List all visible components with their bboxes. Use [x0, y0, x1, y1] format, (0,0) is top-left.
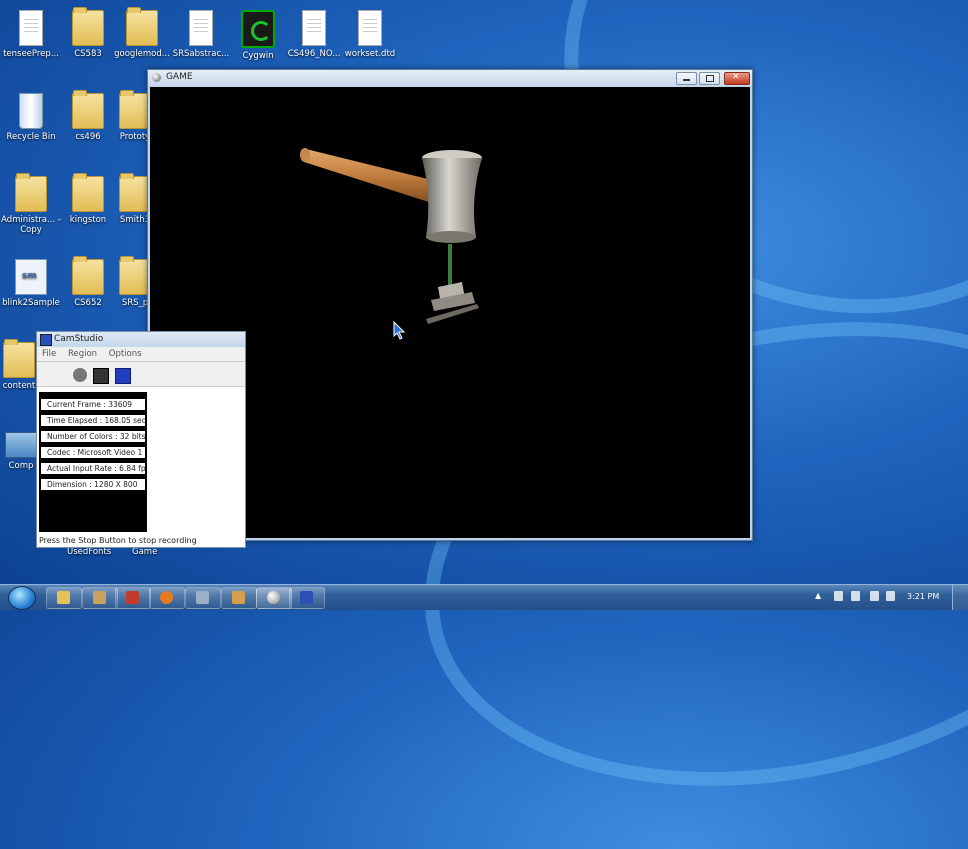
desktop-icon-label[interactable]: UsedFonts [67, 547, 111, 557]
desktop-icon-label: Recycle Bin [6, 132, 56, 142]
menu-bar: File Region Options [37, 347, 245, 361]
matlab-icon [126, 591, 139, 604]
window-title: CamStudio [54, 334, 104, 344]
desktop-icon[interactable]: Cygwin [227, 10, 289, 61]
firefox-icon [160, 591, 173, 604]
cygwin-icon [241, 10, 275, 48]
desktop-icon-label: SRSabstrac... [172, 49, 230, 59]
desktop-icon-label: workset.dtd [344, 49, 396, 59]
taskbar-button-game[interactable] [256, 587, 292, 609]
window-title: GAME [166, 72, 193, 82]
volume-icon[interactable] [886, 591, 895, 601]
desktop-icon-label[interactable]: Game [132, 547, 157, 557]
rod [448, 244, 452, 286]
stop-button[interactable] [115, 368, 131, 384]
camstudio-icon [300, 591, 313, 604]
hammer-head [422, 150, 482, 243]
stat-input-rate: Actual Input Rate : 6.84 fps [41, 463, 145, 474]
document-icon [302, 10, 326, 46]
desktop-icon[interactable]: workset.dtd [339, 10, 401, 59]
clock[interactable]: 3:21 PM [907, 592, 939, 601]
battery-icon[interactable] [851, 591, 860, 601]
minimize-button[interactable] [676, 72, 697, 85]
menu-file[interactable]: File [42, 349, 56, 359]
desktop-icon[interactable]: CS496_NO... [283, 10, 345, 59]
maximize-button[interactable] [699, 72, 720, 85]
camstudio-icon [40, 334, 52, 346]
mouse-cursor-icon [393, 321, 406, 340]
start-button[interactable] [8, 586, 36, 610]
document-icon [189, 10, 213, 46]
explorer-icon [57, 591, 70, 604]
desktop-icon-label: CS496_NO... [287, 49, 341, 59]
record-button[interactable] [73, 368, 87, 382]
hammer-handle [300, 148, 440, 205]
desktop-icon[interactable]: CS583 [57, 7, 119, 59]
pause-button[interactable] [93, 368, 109, 384]
folder-icon [72, 256, 104, 295]
taskbar-button[interactable] [46, 587, 82, 609]
taskbar-button[interactable] [221, 587, 257, 609]
desktop-icon-label: blink2Sample [2, 298, 60, 308]
taskbar: ▲ 3:21 PM [0, 584, 968, 610]
sm-file-icon [15, 259, 47, 295]
menu-region[interactable]: Region [68, 349, 97, 359]
desktop-icon[interactable]: tenseePrep... [0, 10, 62, 59]
folder-icon [3, 339, 35, 378]
stat-current-frame: Current Frame : 33609 [41, 399, 145, 410]
desktop-icon[interactable]: blink2Sample [0, 259, 62, 308]
taskbar-button-camstudio[interactable] [289, 587, 325, 609]
taskbar-button[interactable] [82, 587, 118, 609]
desktop-icon-label: googlemod... [114, 49, 170, 59]
stat-codec: Codec : Microsoft Video 1 [41, 447, 145, 458]
folder-icon [72, 173, 104, 212]
folder-icon [72, 90, 104, 129]
desktop-icon[interactable]: Administra... - Copy [0, 173, 62, 235]
dtd-file-icon [358, 10, 382, 46]
desktop-icon-label: Cygwin [242, 51, 274, 61]
stats-panel: Current Frame : 33609 Time Elapsed : 168… [39, 392, 147, 532]
folder-icon [15, 173, 47, 212]
title-bar[interactable]: GAME [148, 70, 752, 86]
stat-colors: Number of Colors : 32 bits [41, 431, 145, 442]
folder-icon [126, 7, 158, 46]
toolbar [37, 361, 245, 387]
menu-options[interactable]: Options [109, 349, 142, 359]
computer-icon [5, 432, 37, 458]
recycle-bin-icon [19, 93, 43, 129]
folder-icon [72, 7, 104, 46]
stat-time-elapsed: Time Elapsed : 168.05 sec [41, 415, 145, 426]
desktop-icon-label: Administra... - Copy [1, 215, 61, 235]
stat-dimension: Dimension : 1280 X 800 [41, 479, 145, 490]
game-icon [267, 591, 280, 604]
close-button[interactable] [724, 72, 750, 85]
flag-icon[interactable] [834, 591, 843, 601]
signal-icon[interactable] [870, 591, 879, 601]
paint-icon [232, 591, 245, 604]
taskbar-button[interactable] [149, 587, 185, 609]
desktop-icon-label: CS583 [74, 49, 102, 59]
desktop-icon[interactable]: Recycle Bin [0, 93, 62, 142]
show-hidden-icons[interactable]: ▲ [815, 591, 822, 601]
anvil-block [426, 282, 479, 324]
show-desktop-button[interactable] [952, 585, 968, 610]
camstudio-window[interactable]: CamStudio File Region Options Current Fr… [36, 331, 246, 548]
desktop-icon[interactable]: googlemod... [111, 7, 173, 59]
gimp-icon [93, 591, 106, 604]
network-icon [196, 591, 209, 604]
status-bar: Press the Stop Button to stop recording [37, 534, 245, 547]
taskbar-button[interactable] [185, 587, 221, 609]
app-icon [152, 73, 161, 82]
desktop-icon-label: tenseePrep... [3, 49, 59, 59]
desktop-icon[interactable]: SRSabstrac... [170, 10, 232, 59]
csharp-file-icon [19, 10, 43, 46]
taskbar-button[interactable] [115, 587, 151, 609]
title-bar[interactable]: CamStudio [37, 332, 245, 347]
